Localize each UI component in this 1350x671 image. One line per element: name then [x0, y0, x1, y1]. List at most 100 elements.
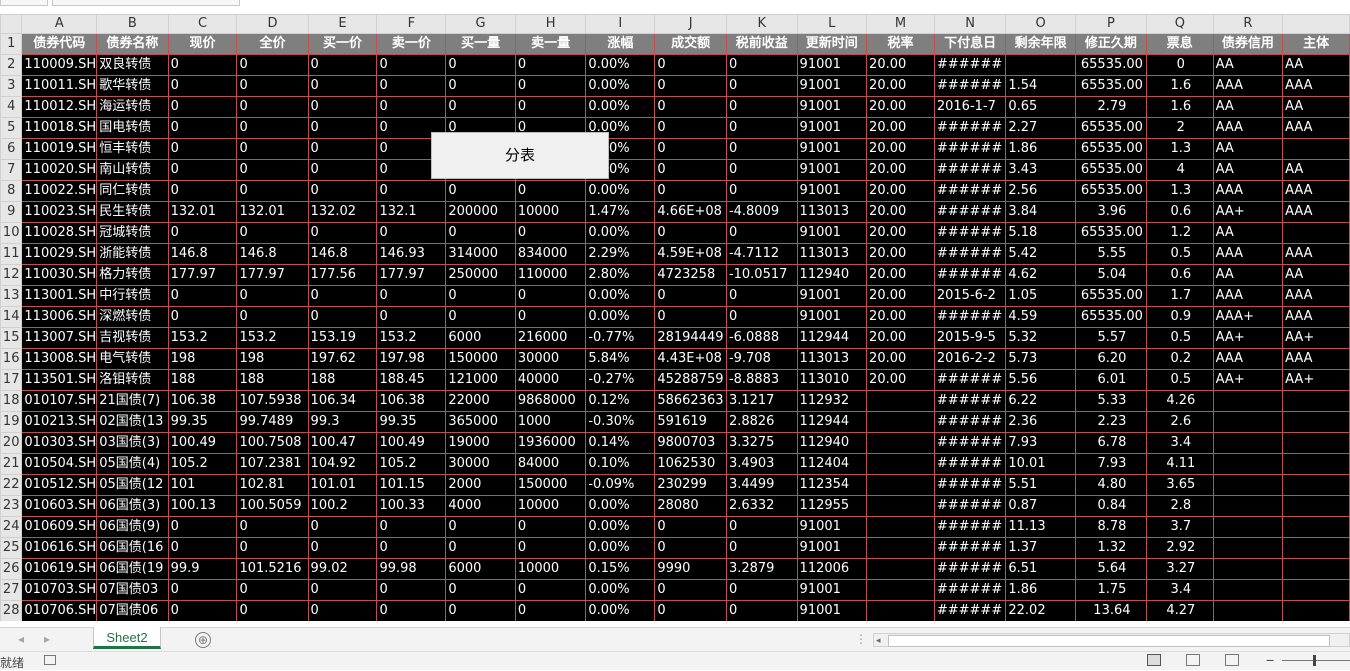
formula-bar-edge[interactable] [52, 0, 240, 6]
cell[interactable]: 65535.00 [1074, 306, 1147, 328]
cell[interactable]: 4.27 [1145, 600, 1214, 621]
row-header[interactable]: 17 [0, 369, 23, 391]
cell[interactable]: 20.00 [866, 54, 935, 76]
row-header[interactable]: 3 [0, 75, 23, 97]
cell[interactable]: 110022.SH [21, 180, 98, 202]
cell[interactable]: 1.47% [585, 201, 656, 223]
cell[interactable]: 132.1 [376, 201, 447, 223]
cell[interactable]: 0 [167, 117, 238, 139]
cell[interactable]: 177.97 [236, 264, 309, 286]
cell[interactable]: 0.15% [585, 558, 656, 580]
cell[interactable]: 198 [167, 348, 238, 370]
cell[interactable]: 110009.SH [21, 54, 98, 76]
cell[interactable]: 113001.SH [21, 285, 98, 307]
cell[interactable] [1212, 558, 1284, 580]
cell[interactable]: 150000 [445, 348, 516, 370]
cell[interactable] [1282, 579, 1350, 601]
cell[interactable]: ###### [933, 264, 1007, 286]
row-header[interactable]: 27 [0, 579, 23, 601]
cell[interactable]: 1.75 [1074, 579, 1147, 601]
cell[interactable]: 1.05 [1005, 285, 1076, 307]
header-cell[interactable]: 涨幅 [585, 33, 656, 55]
cell[interactable]: 91001 [796, 579, 868, 601]
cell[interactable]: 20.00 [866, 348, 935, 370]
cell[interactable]: 20.00 [866, 369, 935, 391]
cell[interactable]: 0 [725, 222, 798, 244]
cell[interactable]: 0 [236, 222, 309, 244]
cell[interactable]: AA [1282, 159, 1350, 181]
cell[interactable]: 0 [376, 75, 447, 97]
cell[interactable]: 113008.SH [21, 348, 98, 370]
cell[interactable]: 20.00 [866, 222, 935, 244]
cell[interactable]: 20.00 [866, 117, 935, 139]
cell[interactable]: 150000 [514, 474, 587, 496]
cell[interactable]: 188 [167, 369, 238, 391]
cell[interactable] [1212, 474, 1284, 496]
row-header[interactable]: 18 [0, 390, 23, 412]
column-header[interactable]: Q [1145, 14, 1214, 34]
cell[interactable]: 0 [514, 516, 587, 538]
cell[interactable]: 834000 [514, 243, 587, 265]
cell[interactable]: 112006 [796, 558, 868, 580]
cell[interactable]: 20.00 [866, 159, 935, 181]
cell[interactable]: 110029.SH [21, 243, 98, 265]
cell[interactable]: 10000 [514, 558, 587, 580]
cell[interactable]: 5.33 [1074, 390, 1147, 412]
cell[interactable]: 0 [376, 579, 447, 601]
cell[interactable]: AAA [1282, 75, 1350, 97]
cell[interactable]: 010706.SH [21, 600, 98, 621]
page-layout-view-icon[interactable] [1186, 654, 1200, 666]
cell[interactable]: 5.84% [585, 348, 656, 370]
cell[interactable]: 2.56 [1005, 180, 1076, 202]
cell[interactable]: 0 [167, 579, 238, 601]
cell[interactable]: 0.14% [585, 432, 656, 454]
cell[interactable]: ###### [933, 390, 1007, 412]
cell[interactable]: 歌华转债 [96, 75, 169, 97]
cell[interactable]: 0 [654, 222, 727, 244]
cell[interactable]: 99.7489 [236, 411, 309, 433]
cell[interactable]: 10.01 [1005, 453, 1076, 475]
cell[interactable] [866, 558, 935, 580]
cell[interactable]: 30000 [445, 453, 516, 475]
cell[interactable] [1212, 537, 1284, 559]
cell[interactable]: 0 [307, 579, 378, 601]
cell[interactable]: 0 [514, 537, 587, 559]
cell[interactable]: 2.36 [1005, 411, 1076, 433]
cell[interactable]: 0 [236, 285, 309, 307]
cell[interactable]: 104.92 [307, 453, 378, 475]
cell[interactable]: 4.59E+08 [654, 243, 727, 265]
cell[interactable]: 0 [236, 537, 309, 559]
cell[interactable]: 110028.SH [21, 222, 98, 244]
column-header[interactable]: P [1074, 14, 1147, 34]
cell[interactable] [1282, 537, 1350, 559]
add-sheet-icon[interactable]: ⊕ [195, 632, 211, 648]
cell[interactable]: ###### [933, 537, 1007, 559]
cell[interactable]: 民生转债 [96, 201, 169, 223]
cell[interactable]: 197.98 [376, 348, 447, 370]
cell[interactable]: 45288759 [654, 369, 727, 391]
zoom-out-icon[interactable]: − [1266, 652, 1274, 668]
cell[interactable]: 0.00% [585, 579, 656, 601]
column-header[interactable]: N [933, 14, 1007, 34]
header-cell[interactable]: 债券代码 [21, 33, 98, 55]
column-header[interactable]: A [21, 14, 98, 34]
cell[interactable]: AA [1212, 159, 1284, 181]
cell[interactable]: ###### [933, 306, 1007, 328]
cell[interactable]: 010213.SH [21, 411, 98, 433]
cell[interactable]: ###### [933, 579, 1007, 601]
row-header[interactable]: 9 [0, 201, 23, 223]
cell[interactable]: AAA [1282, 348, 1350, 370]
cell[interactable]: 2.80% [585, 264, 656, 286]
cell[interactable]: 5.64 [1074, 558, 1147, 580]
cell[interactable]: 197.62 [307, 348, 378, 370]
cell[interactable]: 0.00% [585, 537, 656, 559]
cell[interactable]: 177.97 [167, 264, 238, 286]
cell[interactable]: ###### [933, 159, 1007, 181]
cell[interactable]: 3.4 [1145, 432, 1214, 454]
cell[interactable]: 2.27 [1005, 117, 1076, 139]
cell[interactable]: 153.2 [236, 327, 309, 349]
cell[interactable]: 2 [1145, 117, 1214, 139]
cell[interactable]: 110019.SH [21, 138, 98, 160]
cell[interactable]: 65535.00 [1074, 159, 1147, 181]
cell[interactable]: 0 [307, 516, 378, 538]
